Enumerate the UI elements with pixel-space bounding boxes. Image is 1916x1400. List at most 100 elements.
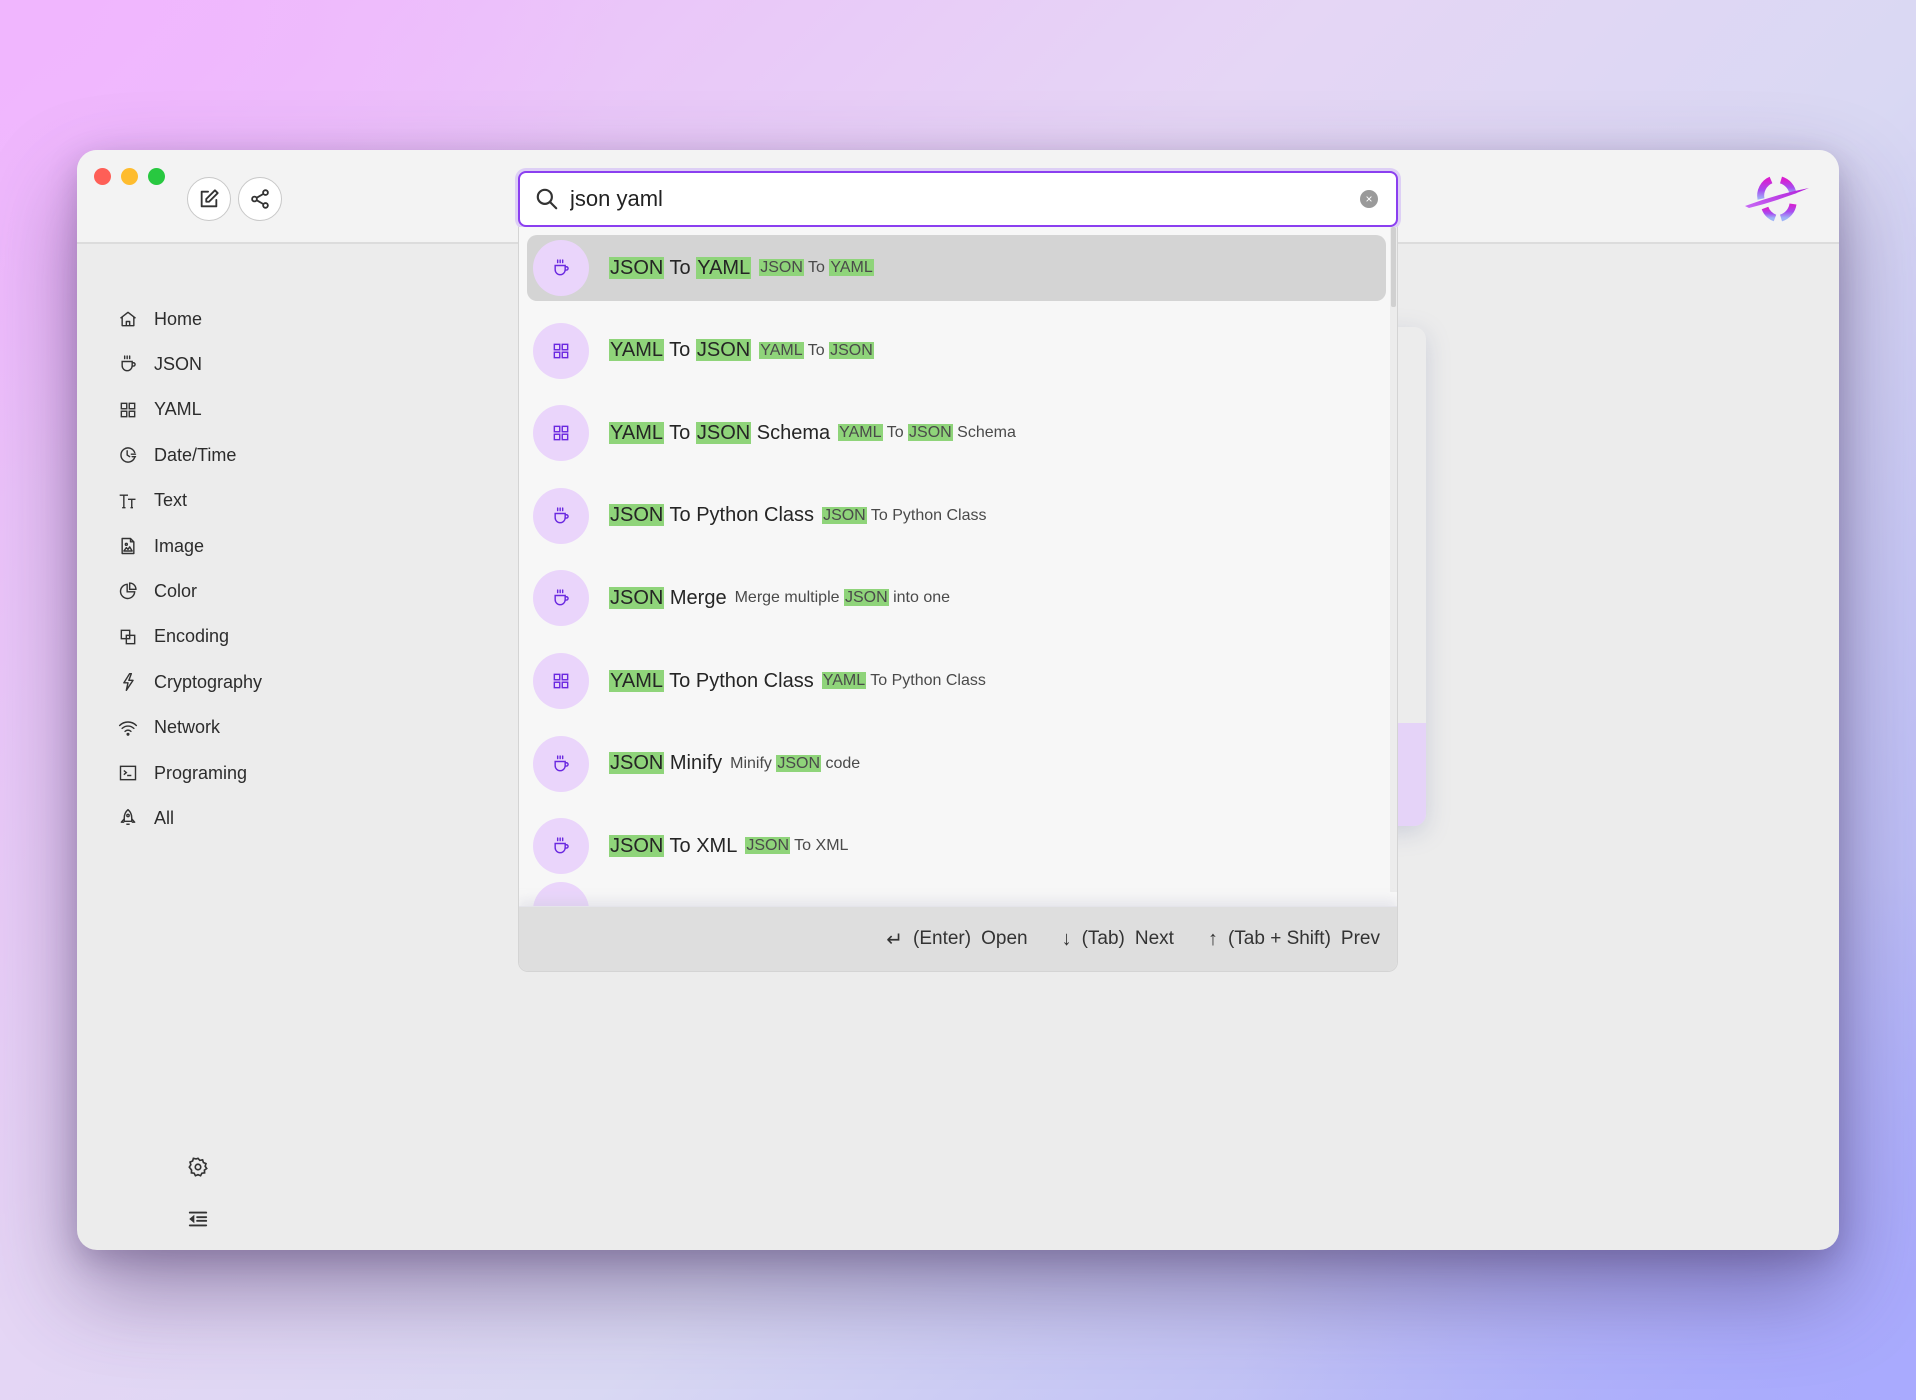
sidebar-item-image[interactable]: Image: [117, 526, 377, 566]
sidebar-item-text[interactable]: Text: [117, 481, 377, 521]
search-result-item[interactable]: JSON To Python Class JSON To Python Class: [527, 483, 1386, 549]
sidebar-item-color[interactable]: Color: [117, 571, 377, 611]
match-highlight: YAML: [609, 669, 664, 692]
match-highlight: YAML: [609, 421, 664, 444]
text-segment: Minify: [730, 754, 777, 772]
text-segment: To Python Class: [866, 672, 986, 689]
sidebar: Home JSON YAML Date/Time Text Image Color Encod…: [77, 246, 437, 1250]
sidebar-item-label: Date/Time: [154, 444, 237, 465]
result-title: JSON To XML: [609, 834, 738, 858]
search-result-item[interactable]: YAML To JSON YAML To JSON: [527, 318, 1386, 384]
result-description: JSON To YAML: [759, 259, 874, 277]
result-description: YAML To JSON Schema: [838, 424, 1016, 442]
sidebar-item-label: YAML: [154, 399, 202, 420]
share-icon: [251, 189, 269, 209]
match-highlight: JSON: [759, 259, 804, 276]
grid-icon: [117, 399, 139, 421]
settings-button[interactable]: [187, 1156, 211, 1180]
match-highlight: JSON: [822, 506, 867, 524]
app-window: × Home JSON YAML Date/Time Text Image Color Enc…: [77, 150, 1839, 1250]
search-result-item[interactable]: JSON To YAML JSON To YAML: [527, 235, 1386, 301]
match-highlight: YAML: [696, 256, 752, 279]
sidebar-item-label: Programing: [154, 762, 248, 783]
search-result-item[interactable]: YAML To JSON Schema YAML To JSON Schema: [527, 400, 1386, 466]
rocket-icon: [117, 807, 139, 829]
arrow-up-icon: ↑: [1207, 927, 1218, 950]
match-highlight: JSON: [908, 424, 953, 442]
result-description: Minify JSON code: [730, 754, 861, 773]
sidebar-item-label: Color: [154, 580, 198, 601]
scrollbar[interactable]: [1390, 227, 1397, 892]
text-segment: code: [821, 754, 861, 772]
text-segment: To XML: [664, 834, 738, 857]
search-icon: [536, 188, 558, 210]
match-highlight: YAML: [821, 672, 867, 689]
scrollbar-thumb[interactable]: [1391, 227, 1396, 307]
search-box[interactable]: ×: [518, 171, 1398, 227]
clear-search-button[interactable]: ×: [1360, 190, 1378, 208]
window-close-button[interactable]: [94, 168, 111, 185]
cup-icon: [533, 735, 589, 792]
match-highlight: JSON: [829, 341, 874, 359]
sidebar-item-encoding[interactable]: Encoding: [117, 617, 377, 657]
sidebar-item-json[interactable]: JSON: [117, 344, 377, 384]
edit-button[interactable]: [187, 177, 231, 221]
sidebar-item-yaml[interactable]: YAML: [117, 390, 377, 430]
result-title: YAML To JSON: [609, 339, 752, 362]
sidebar-item-network[interactable]: Network: [117, 708, 377, 748]
sidebar-item-date-time[interactable]: Date/Time: [117, 435, 377, 475]
text-segment: To: [663, 421, 696, 444]
hint-action: Prev: [1340, 928, 1380, 949]
cup-icon: [533, 818, 589, 875]
search-result-item[interactable]: JSON Merge Merge multiple JSON into one: [527, 565, 1386, 631]
match-highlight: JSON: [776, 754, 822, 772]
result-description: JSON To Python Class: [822, 506, 987, 525]
layers-icon: [117, 626, 139, 648]
search-result-item[interactable]: JSON To XML JSON To XML: [527, 813, 1386, 879]
window-maximize-button[interactable]: [148, 168, 165, 185]
text-segment: into one: [888, 589, 951, 607]
result-title: JSON To Python Class: [609, 504, 814, 527]
result-description: JSON To XML: [745, 837, 848, 855]
sidebar-item-home[interactable]: Home: [117, 299, 377, 339]
match-highlight: JSON: [609, 504, 665, 527]
sidebar-item-label: Text: [154, 490, 188, 511]
result-description: YAML To Python Class: [821, 672, 986, 690]
text-segment: Schema: [751, 421, 831, 444]
sidebar-item-all[interactable]: All: [117, 798, 377, 838]
sidebar-item-label: Encoding: [154, 626, 230, 647]
result-title: JSON To YAML: [609, 256, 752, 280]
sidebar-item-cryptography[interactable]: Cryptography: [117, 662, 377, 702]
text-segment: To: [663, 339, 696, 362]
terminal-icon: [117, 762, 139, 784]
search-result-item[interactable]: JSON Minify Minify JSON code: [527, 731, 1386, 797]
home-icon: [117, 308, 139, 330]
text-segment: Merge multiple: [734, 589, 844, 607]
result-title: JSON Merge: [609, 586, 727, 610]
window-minimize-button[interactable]: [121, 168, 138, 185]
sidebar-item-label: Network: [154, 717, 221, 738]
cup-icon: [533, 240, 589, 296]
match-highlight: JSON: [745, 837, 791, 855]
sidebar-item-programing[interactable]: Programing: [117, 753, 377, 793]
text-segment: Minify: [664, 752, 723, 775]
grid-icon: [533, 405, 589, 462]
text-size-icon: [117, 490, 139, 512]
bolt-icon: [117, 671, 139, 693]
text-segment: To: [664, 256, 697, 279]
hint-action: Next: [1134, 928, 1174, 949]
collapse-sidebar-button[interactable]: [187, 1208, 211, 1232]
result-description: YAML To JSON: [759, 341, 874, 360]
share-button[interactable]: [238, 177, 282, 221]
search-results-dropdown: JSON To YAML JSON To YAML YAML To JSON YAML…: [518, 227, 1398, 972]
search-result-item[interactable]: YAML To Python Class YAML To Python Class: [527, 648, 1386, 714]
text-segment: To Python Class: [663, 669, 814, 692]
text-segment: To: [803, 259, 830, 276]
grid-icon: [533, 322, 589, 379]
cup-icon: [533, 487, 589, 544]
cup-icon: [117, 353, 139, 375]
sidebar-item-label: JSON: [154, 353, 203, 374]
search-input[interactable]: [570, 173, 1360, 225]
image-file-icon: [117, 535, 139, 557]
sidebar-item-label: All: [154, 807, 175, 828]
